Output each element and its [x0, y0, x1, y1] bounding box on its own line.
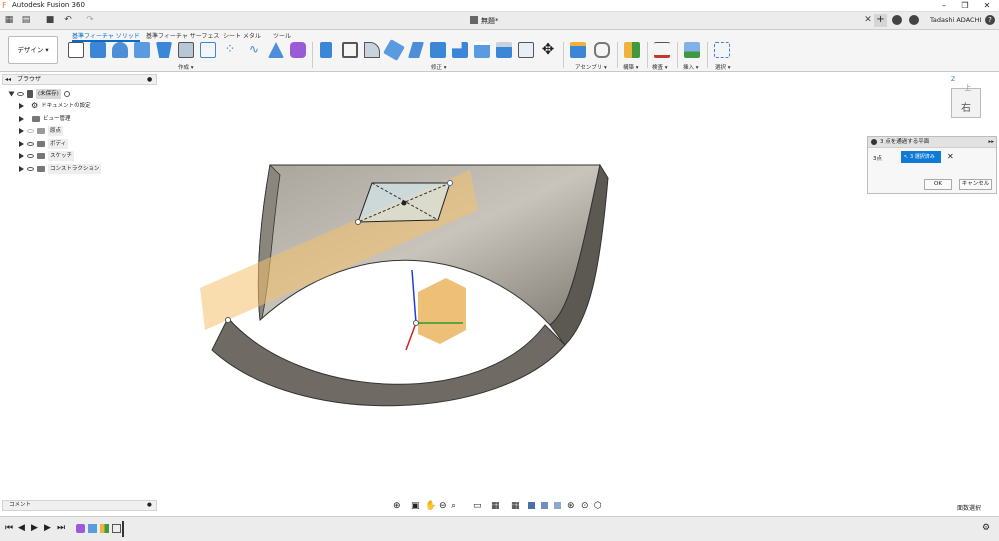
z-axis [411, 269, 417, 324]
x-axis [405, 322, 417, 351]
points-selection-button[interactable]: ↖ 3 選択済み [901, 151, 941, 163]
plane-center-point [401, 200, 407, 206]
timeline-feature-surface[interactable] [88, 524, 97, 533]
expand-dialog-icon[interactable]: ▸▸ [988, 137, 994, 148]
fit-icon[interactable]: ⌕ [451, 501, 456, 511]
go-to-start-icon[interactable]: ⏮ [5, 523, 13, 533]
pan-icon[interactable]: ✋ [425, 501, 436, 511]
timeline-feature-plane[interactable] [100, 524, 109, 533]
orientation-box [418, 278, 466, 344]
clear-selection-icon[interactable]: ✕ [947, 152, 954, 161]
timeline-feature-sketch[interactable] [112, 524, 121, 533]
panel-options-icon[interactable]: ● [147, 501, 152, 510]
ok-button[interactable]: OK [924, 179, 952, 190]
navigation-bar: ⊕ ▣ ✋ ⊖ ⌕ ▭ ▦ ▦ ⊛ ⊙ ⬡ [393, 500, 605, 513]
timeline-bar: ⏮ ◀ ▶ ▶ ⏭ ⚙ [0, 516, 999, 541]
play-icon[interactable]: ▶ [31, 523, 38, 533]
selection-mode-status: 面数選択 [957, 505, 982, 512]
go-to-end-icon[interactable]: ⏭ [57, 523, 65, 533]
surface-body-edge[interactable] [211, 317, 566, 407]
selected-point[interactable] [355, 219, 361, 225]
timeline-feature-form[interactable] [76, 524, 85, 533]
viewports-icon[interactable]: ▦ [511, 501, 520, 511]
effects-icon[interactable]: ⊙ [581, 501, 589, 511]
viewcube-face-top[interactable]: 上 [958, 83, 978, 92]
visual-style-shaded-icon[interactable] [528, 502, 535, 509]
wireframe-icon[interactable]: ⬡ [594, 501, 602, 511]
comments-panel[interactable]: コメント ● [2, 500, 157, 511]
look-at-icon[interactable]: ▣ [411, 501, 420, 511]
origin-point [413, 320, 419, 326]
selected-point[interactable] [447, 180, 453, 186]
timeline-marker[interactable] [122, 521, 124, 537]
points-label: 3点 [873, 156, 882, 162]
dialog-icon [871, 139, 877, 145]
viewport-canvas[interactable] [0, 0, 999, 541]
cancel-button[interactable]: キャンセル [959, 179, 992, 190]
selected-point[interactable] [225, 317, 231, 323]
zoom-icon[interactable]: ⊖ [439, 501, 447, 511]
section-analysis-icon[interactable]: ⊛ [567, 501, 575, 511]
plane-through-three-points-dialog: 3 点を通過する平面 ▸▸ 3点 ↖ 3 選択済み ✕ OK キャンセル [867, 136, 997, 194]
display-settings-icon[interactable]: ▭ [473, 501, 482, 511]
z-axis-label: Z [951, 76, 956, 83]
viewcube-face-right[interactable]: 右 [951, 88, 981, 118]
step-forward-icon[interactable]: ▶ [44, 523, 51, 533]
timeline-settings-icon[interactable]: ⚙ [982, 523, 990, 533]
selection-count: 3 選択済み [910, 154, 935, 160]
orbit-icon[interactable]: ⊕ [393, 501, 401, 511]
viewcube[interactable]: 右 上 Z [948, 76, 983, 122]
comments-label: コメント [9, 502, 32, 508]
visual-style-hidden-icon[interactable] [554, 502, 561, 509]
step-back-icon[interactable]: ◀ [18, 523, 25, 533]
grid-icon[interactable]: ▦ [491, 501, 500, 511]
visual-style-edges-icon[interactable] [541, 502, 548, 509]
dialog-header[interactable]: 3 点を通過する平面 ▸▸ [868, 137, 996, 148]
dialog-title: 3 点を通過する平面 [880, 139, 930, 145]
cursor-icon: ↖ [904, 154, 909, 160]
